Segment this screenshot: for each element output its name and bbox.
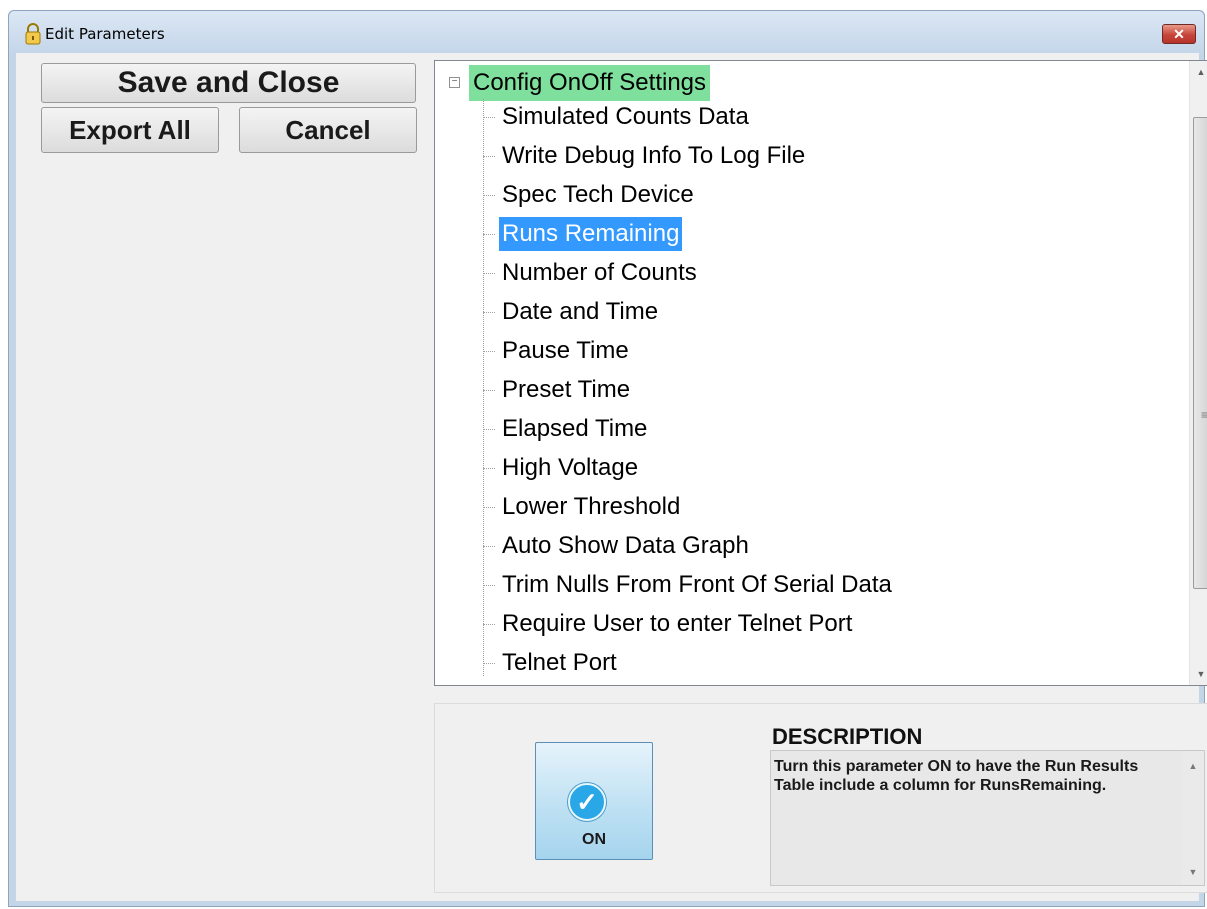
tree-item[interactable]: Telnet Port bbox=[483, 645, 620, 681]
description-box: Turn this parameter ON to have the Run R… bbox=[770, 750, 1205, 886]
scrollbar-thumb[interactable]: ≡ bbox=[1193, 117, 1207, 589]
tree-connector bbox=[483, 467, 495, 469]
tree-root-config-onoff-settings[interactable]: Config OnOff Settings bbox=[469, 65, 711, 101]
tree-item-label: Number of Counts bbox=[502, 259, 697, 286]
tree-connector bbox=[483, 116, 495, 118]
scroll-down-arrow-icon[interactable]: ▼ bbox=[1182, 867, 1204, 877]
tree-item-label: Require User to enter Telnet Port bbox=[502, 610, 853, 637]
on-off-toggle-button[interactable]: ✓ ON bbox=[535, 742, 653, 860]
toggle-state-label: ON bbox=[582, 831, 606, 848]
tree-connector bbox=[483, 233, 495, 235]
tree-connector bbox=[483, 506, 495, 508]
tree-connector bbox=[483, 389, 495, 391]
tree-item[interactable]: Require User to enter Telnet Port bbox=[483, 606, 855, 642]
tree-item[interactable]: Pause Time bbox=[483, 333, 632, 369]
save-and-close-button[interactable]: Save and Close bbox=[41, 63, 416, 103]
tree-item[interactable]: Lower Threshold bbox=[483, 489, 683, 525]
checkmark-icon: ✓ bbox=[568, 783, 606, 821]
tree-item-label: Runs Remaining bbox=[499, 217, 683, 251]
tree-connector bbox=[483, 428, 495, 430]
title-bar: Edit Parameters ✕ bbox=[9, 11, 1204, 53]
tree-connector bbox=[483, 272, 495, 274]
tree-item[interactable]: Number of Counts bbox=[483, 255, 700, 291]
cancel-button[interactable]: Cancel bbox=[239, 107, 417, 153]
tree-item-label: Date and Time bbox=[502, 298, 659, 325]
tree-item[interactable]: Preset Time bbox=[483, 372, 633, 408]
tree-connector bbox=[483, 662, 495, 664]
parameter-detail-panel: ✓ ON DESCRIPTION Turn this parameter ON … bbox=[434, 703, 1207, 893]
scroll-up-arrow-icon[interactable]: ▲ bbox=[1190, 67, 1207, 77]
tree-item-label: Lower Threshold bbox=[502, 493, 681, 520]
tree-item[interactable]: Date and Time bbox=[483, 294, 661, 330]
tree-item-selected[interactable]: Runs Remaining bbox=[483, 216, 683, 252]
tree-vertical-scrollbar[interactable]: ▲ ≡ ▼ bbox=[1189, 61, 1207, 685]
tree-item-label: Spec Tech Device bbox=[502, 181, 694, 208]
tree-item[interactable]: Spec Tech Device bbox=[483, 177, 697, 213]
grip-icon: ≡ bbox=[1201, 408, 1207, 422]
tree-item-label: Preset Time bbox=[502, 376, 631, 403]
close-icon: ✕ bbox=[1173, 26, 1185, 42]
description-text: Turn this parameter ON to have the Run R… bbox=[774, 758, 1139, 794]
tree-connector bbox=[483, 545, 495, 547]
tree-item[interactable]: Trim Nulls From Front Of Serial Data bbox=[483, 567, 895, 603]
collapse-toggle-icon[interactable]: − bbox=[449, 77, 460, 88]
tree-connector bbox=[483, 194, 495, 196]
tree-item-label: Pause Time bbox=[502, 337, 629, 364]
tree-connector bbox=[483, 155, 495, 157]
window-title: Edit Parameters bbox=[45, 25, 165, 43]
description-scrollbar[interactable]: ▲ ▼ bbox=[1182, 751, 1204, 885]
tree-item[interactable]: Write Debug Info To Log File bbox=[483, 138, 808, 174]
tree-connector bbox=[483, 350, 495, 352]
tree-connector bbox=[483, 311, 495, 313]
tree-item-label: Elapsed Time bbox=[502, 415, 648, 442]
tree-item-label: Auto Show Data Graph bbox=[502, 532, 749, 559]
tree-item[interactable]: High Voltage bbox=[483, 450, 641, 486]
tree-connector bbox=[483, 584, 495, 586]
tree-connector bbox=[483, 623, 495, 625]
description-heading: DESCRIPTION bbox=[772, 724, 923, 749]
tree-item[interactable]: Elapsed Time bbox=[483, 411, 650, 447]
close-button[interactable]: ✕ bbox=[1162, 24, 1196, 44]
tree-item-label: Write Debug Info To Log File bbox=[502, 142, 806, 169]
edit-parameters-window: Edit Parameters ✕ Save and Close Export … bbox=[8, 10, 1207, 907]
scroll-down-arrow-icon[interactable]: ▼ bbox=[1190, 669, 1207, 679]
tree-item-label: High Voltage bbox=[502, 454, 639, 481]
export-all-button[interactable]: Export All bbox=[41, 107, 219, 153]
tree-item[interactable]: Auto Show Data Graph bbox=[483, 528, 752, 564]
tree-item-label: Trim Nulls From Front Of Serial Data bbox=[502, 571, 892, 598]
scroll-up-arrow-icon[interactable]: ▲ bbox=[1182, 761, 1204, 771]
lock-icon bbox=[25, 23, 41, 45]
tree-item-label: Simulated Counts Data bbox=[502, 103, 749, 130]
parameter-tree[interactable]: − Config OnOff Settings Simulated Counts… bbox=[434, 60, 1207, 686]
tree-item-label: Telnet Port bbox=[502, 649, 617, 676]
tree-item[interactable]: Simulated Counts Data bbox=[483, 99, 752, 135]
client-area: Save and Close Export All Cancel − Confi… bbox=[16, 53, 1207, 901]
